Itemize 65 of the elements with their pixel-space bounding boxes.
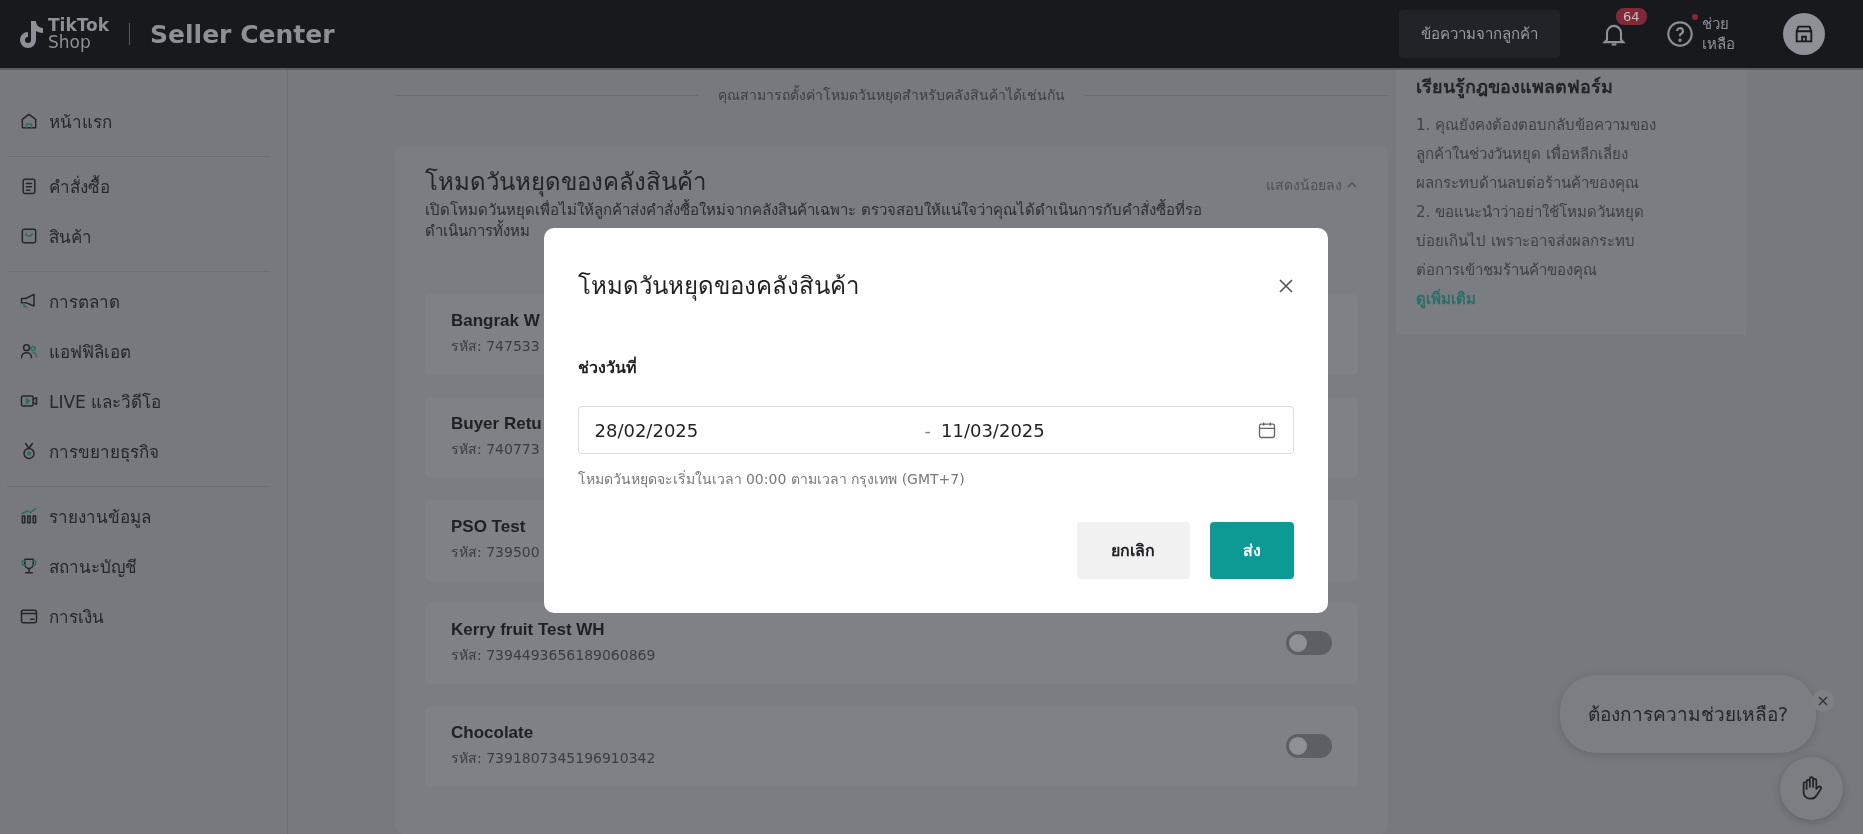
close-button[interactable] bbox=[1812, 690, 1834, 712]
date-range-field[interactable]: 28/02/2025 - 11/03/2025 bbox=[577, 406, 1294, 454]
modal-title: โหมดวันหยุดของคลังสินค้า bbox=[577, 271, 859, 303]
rule-text: 2. ขอแนะนำว่าอย่าใช้โหมดวันหยุด bbox=[1416, 202, 1646, 224]
clipboard-icon bbox=[19, 176, 39, 196]
sidebar-item[interactable]: รายงานข้อมูล bbox=[7, 491, 269, 541]
description-text: เปิดโหมดวันหยุดเพื่อไม่ให้ลูกค้าส่งคำสั่งซื้อใหม่จากคลังสินค้าเฉพาะ ตรวจสอบให้แน่ใจว่าคุณได้ดำเนินการกับคำสั่งซื้อที่รอ bbox=[425, 199, 1203, 220]
sidebar-item[interactable]: คำสั่งซื้อ bbox=[7, 161, 269, 211]
warehouse-name: PSO Test bbox=[451, 517, 527, 538]
home-icon bbox=[19, 111, 39, 131]
store-icon bbox=[1793, 23, 1815, 45]
messages-button[interactable]: ข้อความจากลูกค้า bbox=[1399, 10, 1560, 58]
rule-text: ลูกค้าในช่วงวันหยุด เพื่อหลีกเลี่ยง bbox=[1416, 143, 1629, 166]
cancel-button[interactable]: ยกเลิก bbox=[1076, 522, 1190, 579]
logo-icon bbox=[18, 19, 44, 49]
warehouse-code: รหัส: 740773 bbox=[451, 440, 541, 460]
trophy-icon bbox=[19, 556, 39, 576]
warehouse-code: รหัส: 7391807345196910342 bbox=[451, 749, 656, 769]
sidebar-item[interactable]: แอฟฟิลิเอต bbox=[7, 326, 269, 376]
panel-title: เรียนรู้กฎของแพลตฟอร์ม bbox=[1416, 75, 1614, 101]
rule-text: 1. คุณยังคงต้องตอบกลับข้อความของ bbox=[1416, 115, 1658, 137]
sidebar-item[interactable]: การขยายธุรกิจ bbox=[7, 426, 269, 476]
warehouse-name: Chocolate bbox=[451, 723, 535, 744]
notification-badge: 64 bbox=[1614, 6, 1649, 27]
toggle-switch[interactable] bbox=[1286, 631, 1332, 656]
close-icon bbox=[1818, 696, 1828, 706]
calendar-icon bbox=[1256, 420, 1277, 440]
store-avatar[interactable] bbox=[1783, 13, 1825, 55]
warehouse-name: Buyer Retu bbox=[451, 414, 542, 435]
field-label: ช่วงวันที่ bbox=[577, 355, 638, 379]
rule-text: ผลกระทบด้านลบต่อร้านค้าของคุณ bbox=[1416, 173, 1640, 195]
rule-text: ต่อการเข้าชมร้านค้าของคุณ bbox=[1416, 260, 1598, 282]
chart-icon bbox=[19, 506, 39, 526]
people-icon bbox=[19, 341, 39, 361]
help-button[interactable] bbox=[1780, 757, 1843, 820]
warehouse-name: Kerry fruit Test WH bbox=[451, 620, 606, 641]
sidebar-item[interactable]: LIVE และวิดีโอ bbox=[7, 376, 269, 426]
sidebar-item[interactable]: สถานะบัญชี bbox=[7, 541, 269, 591]
warehouse-code: รหัส: 739500 bbox=[451, 543, 540, 563]
hint-text: โหมดวันหยุดจะเริ่มในเวลา 00:00 ตามเวลา กรุงเทพ (GMT+7) bbox=[577, 469, 966, 490]
logo-subtext: Shop bbox=[48, 34, 92, 51]
close-button[interactable] bbox=[1277, 277, 1294, 294]
sidebar-item[interactable]: การตลาด bbox=[7, 276, 269, 326]
sidebar-item[interactable]: สินค้า bbox=[7, 211, 269, 261]
product-title: Seller Center bbox=[150, 19, 335, 49]
warehouse-name: Bangrak W bbox=[451, 311, 540, 332]
close-icon bbox=[1277, 277, 1294, 294]
warehouse-code: รหัส: 747533 bbox=[451, 337, 540, 357]
help-bubble: ต้องการความช่วยเหลือ? bbox=[1560, 675, 1817, 753]
help-label[interactable]: เหลือ bbox=[1702, 34, 1735, 55]
warehouse-code: รหัส: 7394493656189060869 bbox=[451, 646, 656, 666]
description-text: ดำเนินการทั้งหม bbox=[425, 220, 1358, 242]
logo-text: TikTok bbox=[48, 17, 110, 34]
sidebar-item[interactable]: หน้าแรก bbox=[7, 96, 269, 146]
notice-text: คุณสามารถตั้งค่าโหมดวันหยุดสำหรับคลังสินค้าได้เช่นกัน bbox=[718, 84, 1065, 106]
alert-dot bbox=[1692, 13, 1698, 20]
rule-text: บ่อยเกินไป เพราะอาจส่งผลกระทบ bbox=[1416, 231, 1636, 252]
toggle-switch[interactable] bbox=[1286, 734, 1332, 759]
bag-icon bbox=[19, 226, 39, 246]
submit-button[interactable]: ส่ง bbox=[1209, 522, 1294, 579]
card-title: โหมดวันหยุดของคลังสินค้า bbox=[425, 168, 706, 197]
sidebar-item[interactable]: การเงิน bbox=[7, 591, 269, 641]
wallet-icon bbox=[19, 606, 39, 626]
help-label[interactable]: ช่วย bbox=[1702, 13, 1735, 34]
help-icon[interactable] bbox=[1666, 20, 1694, 48]
